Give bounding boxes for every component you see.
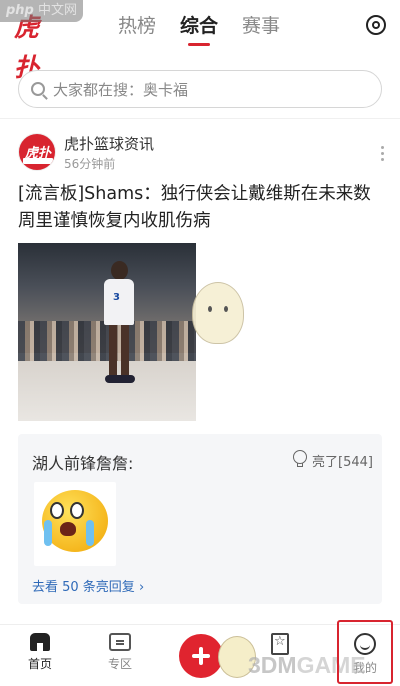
tab-general[interactable]: 综合	[180, 12, 218, 46]
light-count[interactable]: 亮了[544]	[312, 451, 373, 470]
lightbulb-icon[interactable]	[292, 450, 308, 468]
mascot-sticker	[186, 276, 250, 350]
avatar-subtitle-bar	[23, 158, 53, 164]
post-title[interactable]: [流言板]Shams：独行侠会让戴维斯在未来数周里谨慎恢复内收肌伤病	[18, 181, 382, 235]
nav-home-label: 首页	[27, 657, 52, 671]
chat-box-icon	[109, 633, 131, 651]
tab-matches[interactable]: 赛事	[242, 12, 280, 46]
search-icon	[31, 82, 45, 96]
avatar[interactable]: 虎扑	[18, 133, 56, 171]
search-placeholder: 大家都在搜：奥卡福	[53, 80, 189, 99]
view-replies-link[interactable]: 去看 50 条亮回复 ›	[32, 576, 144, 595]
post-time: 56分钟前	[64, 157, 116, 171]
nav-zone-label: 专区	[107, 657, 132, 671]
home-icon	[30, 633, 50, 651]
comment-user[interactable]: 湖人前锋詹詹:	[32, 450, 133, 474]
post-author[interactable]: 虎扑篮球资讯	[64, 133, 154, 154]
tab-hot-list[interactable]: 热榜	[118, 12, 156, 46]
divider	[0, 118, 400, 119]
me-tab-highlight-box	[337, 620, 393, 684]
site-watermark: php 中文网	[0, 0, 84, 22]
image-player: 3	[101, 261, 137, 383]
nav-home[interactable]: 首页	[10, 633, 70, 672]
post-image[interactable]: 3	[18, 243, 196, 421]
hot-comment-card[interactable]: 湖人前锋詹詹: 亮了[544] 去看 50 条亮回复 ›	[18, 434, 382, 604]
more-options-icon[interactable]	[380, 146, 384, 162]
nav-zone[interactable]: 专区	[90, 633, 150, 672]
target-icon[interactable]	[366, 15, 386, 35]
search-input[interactable]: 大家都在搜：奥卡福	[18, 70, 382, 108]
top-tabs: 热榜 综合 赛事	[118, 12, 280, 46]
plus-icon	[192, 647, 210, 665]
crying-emoji-image	[34, 482, 116, 566]
top-bar: 虎扑 php 中文网 热榜 综合 赛事	[0, 0, 400, 82]
